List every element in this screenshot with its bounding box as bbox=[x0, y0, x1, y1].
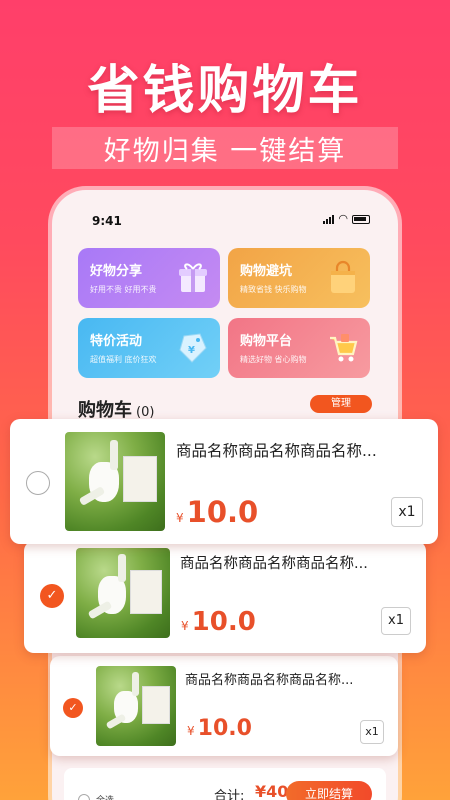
price-value: 10.0 bbox=[191, 607, 256, 637]
price-value: 10.0 bbox=[186, 495, 259, 529]
currency-symbol: ¥ bbox=[181, 619, 189, 633]
wifi-icon: ◠ bbox=[338, 212, 348, 225]
thumb-box bbox=[130, 570, 162, 614]
cart-item-card[interactable]: ✓ 商品名称商品名称商品名称... ¥10.0 x1 bbox=[50, 656, 398, 756]
thumb-box bbox=[142, 686, 170, 724]
select-all-radio[interactable] bbox=[78, 794, 90, 800]
quantity-button[interactable]: x1 bbox=[381, 607, 411, 635]
product-name[interactable]: 商品名称商品名称商品名称... bbox=[185, 669, 353, 688]
select-checkbox-checked[interactable]: ✓ bbox=[63, 698, 83, 718]
promo-subheadline-band: 好物归集 一键结算 bbox=[52, 127, 398, 169]
checkout-button[interactable]: 立即结算 bbox=[286, 781, 372, 800]
cart-item-card[interactable]: 商品名称商品名称商品名称... ¥10.0 x1 bbox=[10, 419, 438, 544]
category-tile-special-offers[interactable]: 特价活动 超值福利 底价狂欢 ¥ bbox=[78, 318, 220, 378]
total-label: 合计: bbox=[214, 789, 245, 800]
cart-footer-bar: 全选 合计: ¥40 立即结算 bbox=[64, 768, 386, 800]
svg-text:¥: ¥ bbox=[188, 345, 195, 356]
select-all-label[interactable]: 全选 bbox=[96, 793, 114, 800]
thumb-bottle bbox=[118, 554, 126, 582]
status-icons: ◠ bbox=[323, 212, 370, 225]
signal-icon bbox=[323, 214, 335, 224]
product-price: ¥10.0 bbox=[187, 716, 252, 741]
quantity-button[interactable]: x1 bbox=[360, 720, 384, 744]
discount-tag-icon: ¥ bbox=[179, 333, 207, 363]
product-thumbnail[interactable] bbox=[65, 432, 165, 531]
product-price: ¥10.0 bbox=[176, 495, 258, 529]
promo-headline: 省钱购物车 bbox=[87, 61, 363, 121]
quantity-button[interactable]: x1 bbox=[391, 497, 423, 527]
product-thumbnail[interactable] bbox=[76, 548, 170, 638]
thumb-bottle bbox=[132, 672, 139, 696]
thumb-bottle bbox=[110, 440, 118, 470]
battery-icon bbox=[352, 214, 370, 224]
category-tile-avoid-pitfalls[interactable]: 购物避坑 精致省钱 快乐购物 bbox=[228, 248, 370, 308]
currency-symbol: ¥ bbox=[176, 511, 184, 525]
cart-title-text: 购物车 bbox=[78, 400, 132, 421]
product-name[interactable]: 商品名称商品名称商品名称... bbox=[180, 552, 368, 573]
product-thumbnail[interactable] bbox=[96, 666, 176, 746]
category-tile-share[interactable]: 好物分享 好用不贵 好用不贵 bbox=[78, 248, 220, 308]
product-name[interactable]: 商品名称商品名称商品名称... bbox=[176, 439, 377, 461]
gift-box-icon bbox=[179, 263, 207, 292]
shopping-bag-icon bbox=[331, 260, 355, 293]
price-value: 10.0 bbox=[197, 716, 252, 741]
shopping-cart-icon bbox=[330, 334, 358, 362]
status-time: 9:41 bbox=[92, 214, 122, 228]
manage-button[interactable]: 管理 bbox=[310, 395, 372, 413]
promo-subheadline: 好物归集 一键结算 bbox=[103, 135, 347, 167]
thumb-box bbox=[123, 456, 157, 502]
total-value: ¥40 bbox=[255, 782, 289, 800]
cart-item-card[interactable]: ✓ 商品名称商品名称商品名称... ¥10.0 x1 bbox=[24, 541, 426, 653]
cart-count: (0) bbox=[136, 405, 155, 420]
category-tile-platforms[interactable]: 购物平台 精选好物 省心购物 bbox=[228, 318, 370, 378]
select-checkbox-checked[interactable]: ✓ bbox=[40, 584, 64, 608]
select-checkbox[interactable] bbox=[26, 471, 50, 495]
currency-symbol: ¥ bbox=[187, 724, 195, 738]
product-price: ¥10.0 bbox=[181, 607, 256, 637]
